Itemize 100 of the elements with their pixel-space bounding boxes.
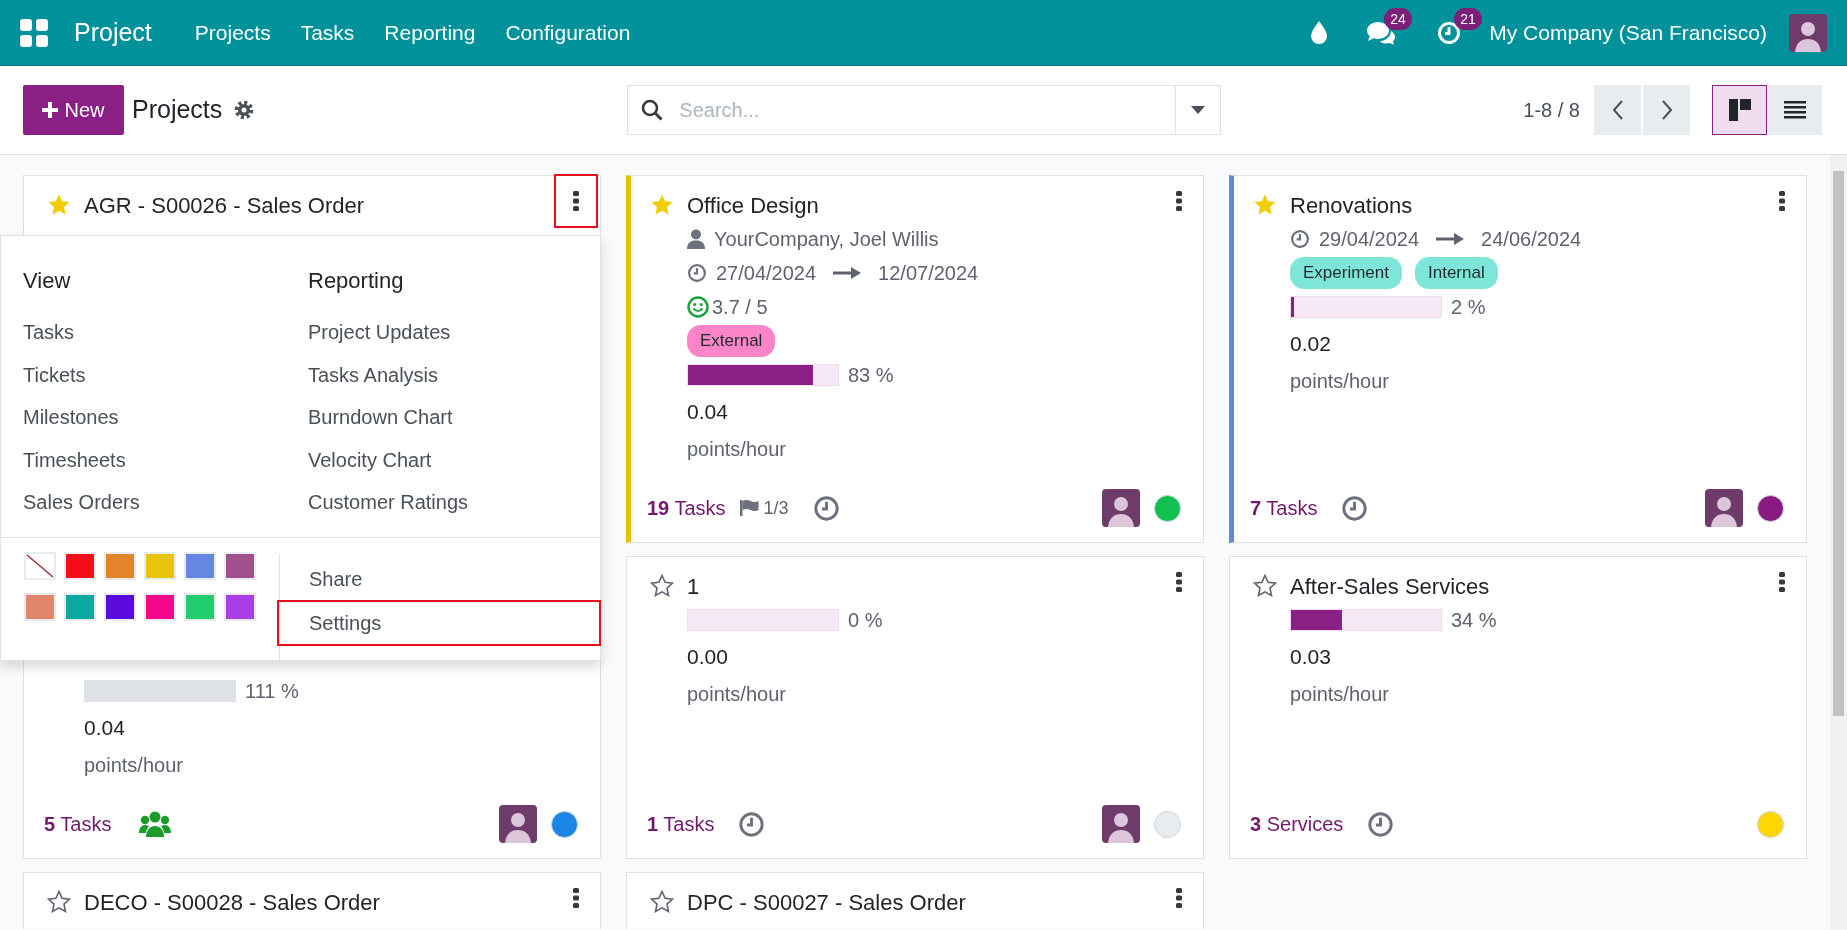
favorite-star-icon[interactable] <box>650 193 674 217</box>
tasks-link[interactable]: 3 Services <box>1250 809 1344 839</box>
kebab-icon <box>573 191 579 211</box>
clock-icon <box>1290 229 1310 249</box>
tasks-link[interactable]: 19 Tasks <box>647 493 726 523</box>
menu-item[interactable]: Reporting <box>369 16 491 49</box>
avatar[interactable] <box>499 805 537 843</box>
color-swatch[interactable] <box>224 552 256 580</box>
color-swatch[interactable] <box>184 552 216 580</box>
count-badge: 21 <box>1454 7 1482 30</box>
menu-item[interactable]: Sales Orders <box>23 481 308 524</box>
velocity-value: 0.04 <box>687 399 729 426</box>
app-title[interactable]: Project <box>74 13 152 52</box>
end-date: 24/06/2024 <box>1481 227 1582 252</box>
activity-clock-icon[interactable] <box>1367 810 1395 838</box>
card-title: Office Design <box>687 191 819 220</box>
status-dot[interactable] <box>1154 810 1181 838</box>
no-color-swatch[interactable] <box>24 552 56 580</box>
kanban-view-button[interactable] <box>1712 85 1767 135</box>
status-dot[interactable] <box>1154 494 1181 522</box>
avatar[interactable] <box>1102 489 1140 527</box>
progress-value: 0 % <box>848 608 883 633</box>
apps-menu-icon[interactable] <box>20 18 48 47</box>
color-swatch[interactable] <box>104 552 136 580</box>
menu-item[interactable]: Tickets <box>23 353 308 396</box>
menu-item[interactable]: Projects <box>179 16 286 49</box>
favorite-star-icon[interactable] <box>47 193 71 217</box>
menu-item[interactable]: Burndown Chart <box>308 396 593 439</box>
settings-icon[interactable] <box>234 100 255 120</box>
star-icon[interactable] <box>1253 574 1277 598</box>
activity-clock-icon[interactable] <box>1341 494 1369 522</box>
star-icon[interactable] <box>47 890 71 914</box>
partner-name: YourCompany, Joel Willis <box>714 227 939 252</box>
menu-item[interactable]: Customer Ratings <box>308 481 593 524</box>
color-swatch[interactable] <box>104 593 136 621</box>
tasks-link[interactable]: 7 Tasks <box>1250 493 1318 523</box>
activity-clock-icon[interactable] <box>738 810 766 838</box>
velocity-unit: points/hour <box>1290 369 1390 394</box>
color-swatch[interactable] <box>24 593 56 621</box>
card-title: AGR - S00026 - Sales Order <box>84 191 364 220</box>
color-swatch[interactable] <box>64 552 96 580</box>
droplet-icon[interactable] <box>1311 21 1328 44</box>
velocity-value: 0.02 <box>1290 331 1332 358</box>
scrollbar[interactable] <box>1830 155 1847 929</box>
kebab-icon <box>1176 572 1182 592</box>
avatar[interactable] <box>1705 489 1743 527</box>
project-card[interactable]: After-Sales Services 34 % 0.03 points/hour 3 Services <box>1229 556 1807 859</box>
project-card[interactable]: Renovations 29/04/2024 24/06/2024 Experiment Internal 2 % 0.02 points/hour 7 Tasks <box>1229 175 1807 543</box>
milestone-indicator[interactable]: 1/3 <box>739 494 789 522</box>
color-swatch[interactable] <box>184 593 216 621</box>
kebab-icon <box>573 888 579 908</box>
list-view-button[interactable] <box>1767 85 1822 135</box>
company-name[interactable]: My Company (San Francisco) <box>1489 16 1767 49</box>
color-swatch[interactable] <box>144 552 176 580</box>
menu-item[interactable]: Tasks Analysis <box>308 353 593 396</box>
velocity-value: 0.00 <box>687 644 729 671</box>
color-swatch[interactable] <box>144 593 176 621</box>
tasks-link[interactable]: 1 Tasks <box>647 809 715 839</box>
velocity-unit: points/hour <box>1290 682 1390 707</box>
velocity-unit: points/hour <box>687 437 787 462</box>
status-dot[interactable] <box>1757 494 1784 522</box>
more-options-button[interactable] <box>554 174 598 228</box>
project-card[interactable]: DPC - S00027 - Sales Order <box>626 872 1204 929</box>
velocity-unit: points/hour <box>687 682 787 707</box>
menu-item[interactable]: Timesheets <box>23 438 308 481</box>
start-date: 27/04/2024 <box>716 261 817 286</box>
tag: Experiment <box>1290 257 1402 289</box>
kebab-icon <box>1176 191 1182 211</box>
menu-item[interactable]: Share <box>277 558 601 600</box>
velocity-unit: points/hour <box>84 753 184 778</box>
activity-clock-icon[interactable] <box>812 494 840 522</box>
team-icon[interactable] <box>139 811 172 837</box>
menu-item[interactable]: Settings <box>277 600 601 646</box>
status-dot[interactable] <box>551 810 578 838</box>
tasks-link[interactable]: 5 Tasks <box>44 809 112 839</box>
list-icon <box>1783 101 1806 119</box>
menu-item[interactable]: Velocity Chart <box>308 438 593 481</box>
color-swatch[interactable] <box>64 593 96 621</box>
menu-item[interactable]: Tasks <box>285 16 370 49</box>
avatar[interactable] <box>1789 13 1827 52</box>
progress-value: 34 % <box>1451 608 1497 633</box>
new-button[interactable]: New <box>23 85 124 135</box>
progress-value: 83 % <box>848 363 894 388</box>
star-icon[interactable] <box>650 574 674 598</box>
search-options-toggle[interactable] <box>1176 85 1222 135</box>
scrollbar-thumb[interactable] <box>1833 171 1844 716</box>
card-title: After-Sales Services <box>1290 572 1490 601</box>
menu-item[interactable]: Configuration <box>490 16 646 49</box>
status-dot[interactable] <box>1757 810 1784 838</box>
project-card[interactable]: 1 0 % 0.00 points/hour 1 Tasks <box>626 556 1204 859</box>
menu-item[interactable]: Milestones <box>23 396 308 439</box>
project-card[interactable]: Office Design YourCompany, Joel Willis 27/04/2024 12/07/2024 3.7 / 5 External 83 % 0.04 points/hour 19 Tasks 1/3 <box>626 175 1204 543</box>
avatar[interactable] <box>1102 805 1140 843</box>
search-field[interactable]: Search... <box>627 85 1177 135</box>
project-card[interactable]: DECO - S00028 - Sales Order <box>23 872 601 929</box>
menu-item[interactable]: Project Updates <box>308 311 593 354</box>
favorite-star-icon[interactable] <box>1253 193 1277 217</box>
color-swatch[interactable] <box>224 593 256 621</box>
menu-item[interactable]: Tasks <box>23 311 308 354</box>
star-icon[interactable] <box>650 890 674 914</box>
